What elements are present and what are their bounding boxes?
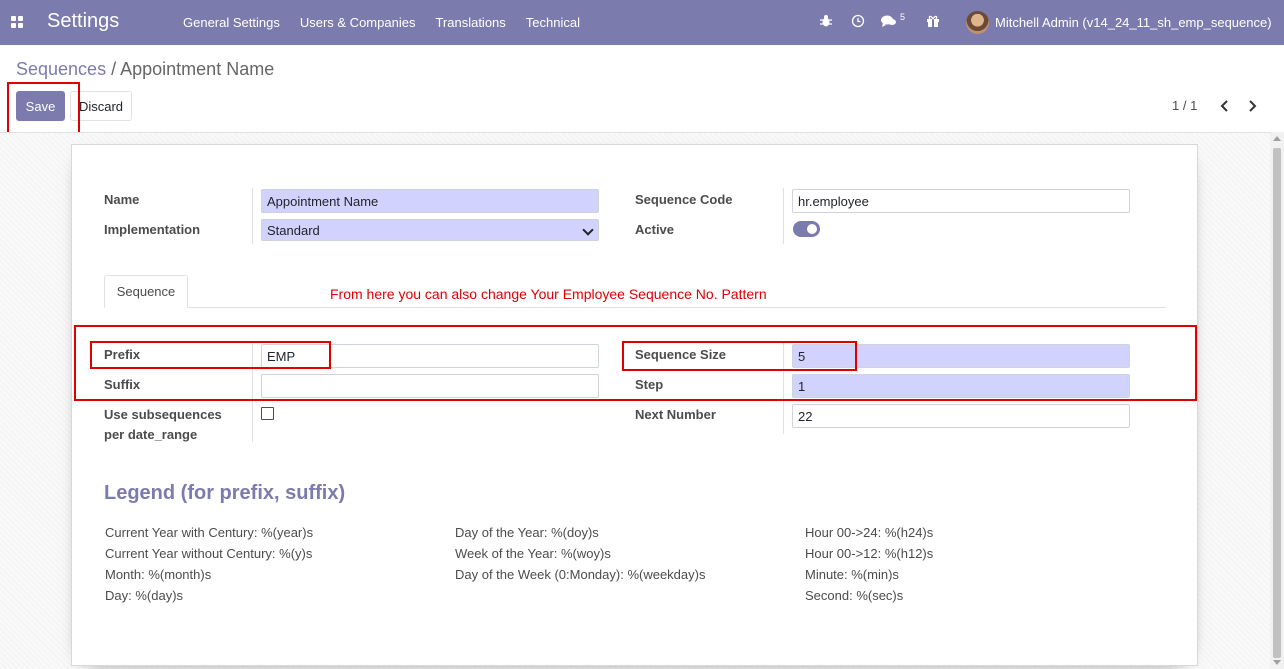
scroll-thumb[interactable]	[1273, 148, 1281, 658]
bug-icon[interactable]	[818, 13, 834, 29]
chat-count-badge: 5	[900, 12, 906, 22]
subsequences-label-line1: Use subsequences	[104, 407, 222, 422]
legend-item: Day of the Week (0:Monday): %(weekday)s	[455, 567, 706, 582]
scroll-up-icon[interactable]	[1273, 136, 1281, 141]
name-label: Name	[104, 192, 140, 207]
sequence-code-input[interactable]: hr.employee	[792, 189, 1130, 213]
menu-general-settings[interactable]: General Settings	[183, 15, 280, 30]
sequence-code-label: Sequence Code	[635, 192, 733, 207]
clock-icon[interactable]	[850, 13, 866, 29]
scrollbar[interactable]	[1270, 132, 1284, 669]
chat-icon[interactable]	[881, 13, 897, 29]
field-separator	[783, 188, 784, 244]
scroll-down-icon[interactable]	[1273, 660, 1281, 665]
tab-divider	[104, 307, 1166, 308]
apps-menu-icon[interactable]	[11, 16, 23, 28]
breadcrumb-current: Appointment Name	[120, 59, 275, 79]
legend-item: Current Year without Century: %(y)s	[105, 546, 313, 561]
legend-item: Month: %(month)s	[105, 567, 212, 582]
sequence-size-highlight-box	[622, 341, 857, 371]
use-subsequences-checkbox[interactable]	[261, 407, 274, 420]
user-avatar[interactable]	[966, 11, 989, 34]
chevron-down-icon	[582, 224, 594, 236]
main-menu: General Settings Users & Companies Trans…	[173, 15, 590, 30]
breadcrumb-separator: /	[111, 59, 117, 79]
menu-users-companies[interactable]: Users & Companies	[300, 15, 416, 30]
next-number-label: Next Number	[635, 407, 716, 422]
tab-sequence[interactable]: Sequence	[104, 275, 188, 308]
implementation-value: Standard	[267, 223, 320, 238]
legend-item: Second: %(sec)s	[805, 588, 904, 603]
gift-icon[interactable]	[925, 13, 941, 29]
implementation-select[interactable]: Standard	[261, 219, 599, 241]
legend-item: Hour 00->12: %(h12)s	[805, 546, 934, 561]
legend-item: Minute: %(min)s	[805, 567, 899, 582]
field-separator	[252, 188, 253, 244]
subsequences-label-line2: per date_range	[104, 427, 198, 442]
menu-technical[interactable]: Technical	[526, 15, 580, 30]
save-highlight-box	[7, 82, 80, 134]
legend-item: Week of the Year: %(woy)s	[455, 546, 611, 561]
active-toggle[interactable]	[793, 221, 820, 237]
menu-translations[interactable]: Translations	[435, 15, 505, 30]
toggle-knob	[807, 224, 817, 234]
breadcrumb-sequences-link[interactable]: Sequences	[16, 59, 106, 79]
breadcrumb: Sequences / Appointment Name	[16, 59, 274, 80]
legend-title: Legend (for prefix, suffix)	[104, 482, 346, 504]
top-navbar: Settings General Settings Users & Compan…	[0, 0, 1284, 45]
legend-item: Hour 00->24: %(h24)s	[805, 525, 934, 540]
pager-next-icon[interactable]	[1245, 96, 1259, 116]
legend-item: Day: %(day)s	[105, 588, 184, 603]
next-number-input[interactable]: 22	[792, 404, 1130, 428]
app-title[interactable]: Settings	[47, 10, 119, 33]
prefix-highlight-box	[90, 341, 331, 369]
legend-item: Current Year with Century: %(year)s	[105, 525, 314, 540]
implementation-label: Implementation	[104, 222, 201, 237]
user-menu[interactable]: Mitchell Admin (v14_24_11_sh_emp_sequenc…	[995, 15, 1272, 30]
legend-item: Day of the Year: %(doy)s	[455, 525, 599, 540]
name-input[interactable]: Appointment Name	[261, 189, 599, 213]
pager-previous-icon[interactable]	[1218, 96, 1232, 116]
pager-value[interactable]: 1 / 1	[1172, 98, 1197, 113]
annotation-text: From here you can also change Your Emplo…	[330, 286, 767, 302]
active-label: Active	[635, 222, 675, 237]
